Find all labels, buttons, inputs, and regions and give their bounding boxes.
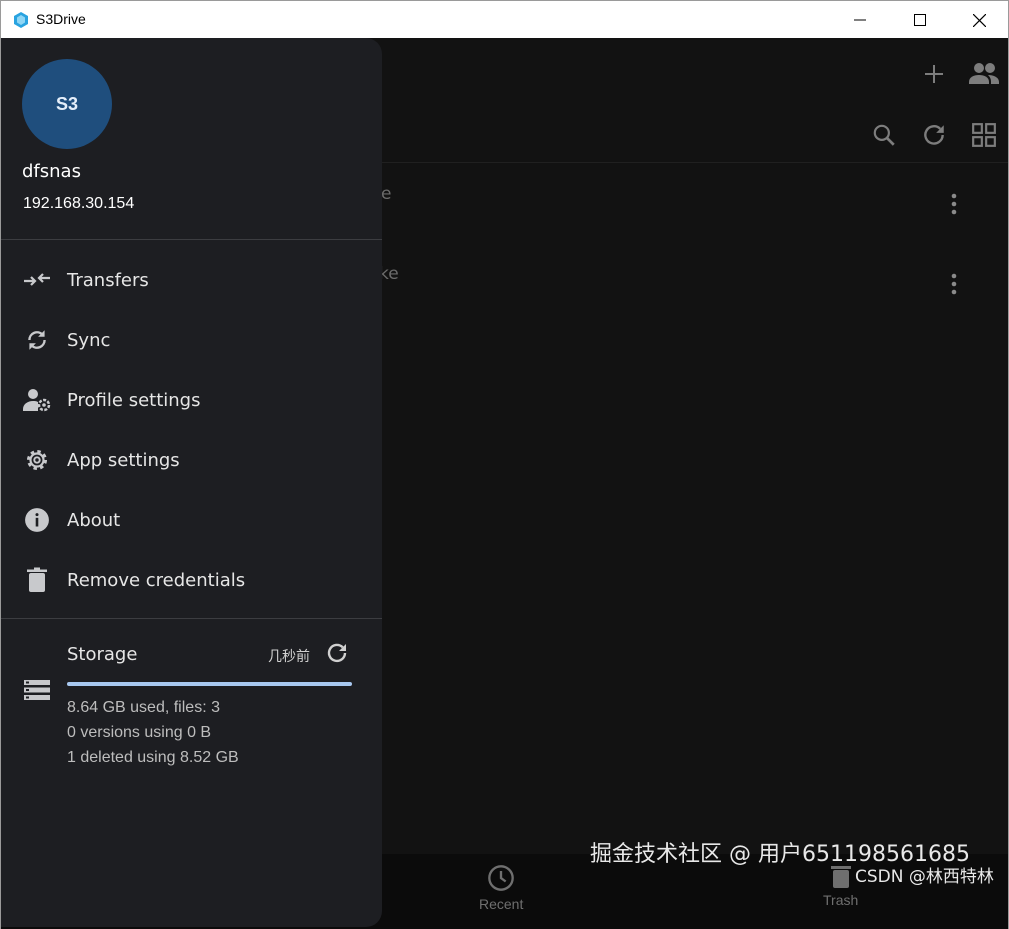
drawer-divider (1, 239, 382, 240)
menu-item-profile-settings[interactable]: Profile settings (1, 372, 382, 428)
close-icon (972, 13, 986, 27)
menu-item-label: Profile settings (67, 389, 201, 411)
menu-item-label: App settings (67, 449, 180, 471)
people-icon (969, 63, 999, 84)
maximize-icon (914, 14, 926, 26)
info-icon (23, 506, 51, 534)
refresh-icon (327, 643, 347, 663)
storage-title: Storage (67, 644, 138, 665)
minimize-button[interactable] (831, 1, 889, 39)
menu-item-remove-credentials[interactable]: Remove credentials (1, 552, 382, 608)
storage-used-text: 8.64 GB used, files: 3 (67, 699, 220, 716)
file-row-name[interactable]: e (381, 184, 391, 204)
add-button[interactable] (922, 62, 946, 86)
minimize-icon (854, 19, 866, 21)
close-button[interactable] (950, 1, 1008, 39)
header-divider (381, 162, 1008, 163)
refresh-icon (924, 125, 944, 145)
nav-trash-label: Trash (823, 892, 859, 908)
menu-item-app-settings[interactable]: App settings (1, 432, 382, 488)
gear-icon (23, 446, 51, 474)
menu-item-label: Remove credentials (67, 569, 246, 591)
transfers-icon (23, 266, 51, 294)
avatar[interactable]: S3 (22, 59, 112, 149)
more-vert-icon (951, 193, 957, 215)
menu-item-label: About (67, 509, 121, 531)
s3drive-logo-icon (14, 12, 28, 28)
clock-icon (488, 865, 515, 891)
profile-endpoint: 192.168.30.154 (23, 195, 135, 212)
menu-item-sync[interactable]: Sync (1, 312, 382, 368)
menu-item-transfers[interactable]: Transfers (1, 252, 382, 308)
storage-refresh-button[interactable] (325, 641, 349, 669)
watermark-csdn: CSDN @林西特林 (855, 867, 994, 887)
storage-versions-text: 0 versions using 0 B (67, 724, 212, 741)
profile-settings-icon (23, 386, 51, 414)
share-users-button[interactable] (969, 60, 999, 86)
storage-updated-time: 几秒前 (268, 649, 310, 665)
grid-view-icon (972, 123, 996, 147)
menu-item-label: Sync (67, 329, 111, 351)
profile-name: dfsnas (22, 161, 81, 182)
search-icon (873, 124, 895, 146)
nav-recent[interactable]: Recent (479, 864, 523, 912)
menu-item-label: Transfers (67, 269, 149, 291)
trash-icon (23, 566, 51, 594)
storage-progress-fill (67, 682, 352, 686)
more-options-button[interactable] (949, 272, 959, 300)
storage-progress-bar (67, 682, 352, 686)
window-title: S3Drive (36, 11, 86, 27)
storage-icon (23, 678, 51, 706)
maximize-button[interactable] (891, 1, 949, 39)
search-button[interactable] (871, 122, 897, 148)
storage-deleted-text: 1 deleted using 8.52 GB (67, 749, 239, 766)
more-options-button[interactable] (949, 192, 959, 220)
nav-recent-label: Recent (479, 896, 524, 912)
grid-view-button[interactable] (971, 122, 997, 148)
app-area: e ke Recent Trash S3 dfsnas 192.168.30.1… (0, 38, 1009, 929)
more-vert-icon (951, 273, 957, 295)
title-bar: S3Drive (0, 0, 1009, 38)
drawer-divider (1, 618, 382, 619)
nav-trash[interactable]: Trash (823, 864, 858, 908)
navigation-drawer: S3 dfsnas 192.168.30.154 Transfers Sync … (1, 38, 382, 927)
menu-item-about[interactable]: About (1, 492, 382, 548)
plus-icon (925, 65, 943, 83)
refresh-button[interactable] (921, 122, 947, 148)
sync-icon (23, 326, 51, 354)
